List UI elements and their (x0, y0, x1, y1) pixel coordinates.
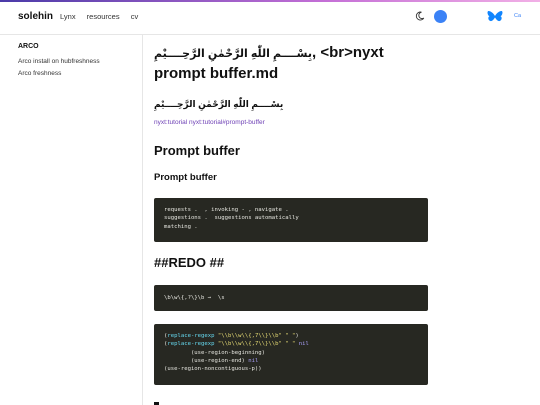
code-block-prompt: requests . , invoking - , navigate . sug… (154, 198, 428, 242)
chat-bubble-icon[interactable] (434, 10, 447, 23)
sidebar-title: ARCO (18, 43, 39, 50)
sidebar: ARCO Arco install on hubfreshness Arco f… (0, 35, 143, 405)
page-title: بِسْــــمِ اللّٰهِ الرَّحْمٰنِ الرَّحِــ… (154, 44, 384, 82)
code-line: (replace-regexp "\\b\\w\\{,7\\}\\b" " ") (164, 333, 299, 339)
sidebar-item-arco-freshness[interactable]: Arco freshness (18, 70, 61, 77)
code-line: (use-region-noncontiguous-p)) (164, 366, 262, 373)
code-block-regex: \b\w\{,?\}\b → \s (154, 285, 428, 311)
nav-link-resources[interactable]: resources (87, 12, 120, 21)
language-switch[interactable]: Ca (514, 13, 521, 19)
code-line: (use-region-beginning) (164, 349, 266, 356)
butterfly-icon[interactable] (487, 10, 503, 24)
code-line: \b\w\{,?\}\b → \s (164, 295, 225, 301)
sidebar-item-arco-install[interactable]: Arco install on hubfreshness (18, 58, 100, 65)
bismillah-heading: بِسْــــمِ اللّٰهِ الرَّحْمٰنِ الرَّحِــ… (154, 99, 284, 109)
nav-link-cv[interactable]: cv (131, 12, 139, 21)
subheading-prompt-buffer: Prompt buffer (154, 172, 217, 183)
main-nav: Lynx resources cv (60, 12, 147, 21)
code-block-elisp: (replace-regexp "\\b\\w\\{,7\\}\\b" " ")… (154, 324, 428, 385)
moon-icon[interactable] (415, 11, 425, 21)
nav-link-lynx[interactable]: Lynx (60, 12, 76, 21)
top-navbar: solehin Lynx resources cv Ca (0, 2, 540, 35)
code-line: suggestions . suggestions automatically (164, 215, 299, 222)
heading-prompt-buffer: Prompt buffer (154, 143, 240, 158)
code-line: matching . (164, 223, 198, 230)
site-brand[interactable]: solehin (18, 11, 53, 22)
code-line: (replace-regexp "\\b\\w\\{,7\\}\\b" " " … (164, 341, 309, 348)
code-line: requests . , invoking - , navigate . (164, 207, 289, 213)
tag-links[interactable]: nyxt:tutorial nyxt:tutorial#prompt-buffe… (154, 119, 265, 126)
page-title-arabic: بِسْــــمِ اللّٰهِ الرَّحْمٰنِ الرَّحِــ… (154, 48, 312, 60)
code-line: (use-region-end) nil (164, 357, 259, 364)
heading-redo: ##REDO ## (154, 255, 225, 270)
